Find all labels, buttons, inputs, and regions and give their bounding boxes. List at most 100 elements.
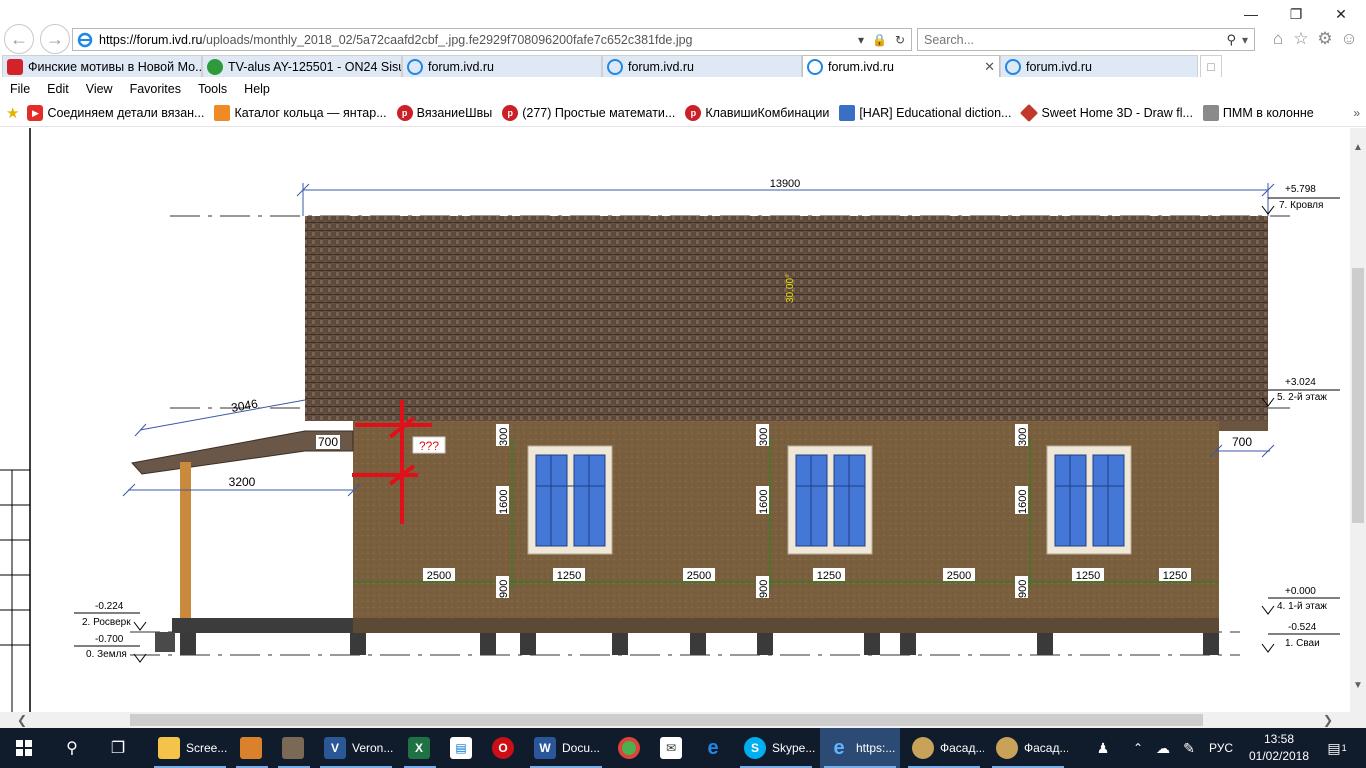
- scroll-up-icon[interactable]: ▲: [1350, 142, 1366, 153]
- taskbar-item[interactable]: O: [484, 728, 524, 768]
- favorite-link[interactable]: ПММ в колонне: [1202, 105, 1314, 121]
- favorite-link[interactable]: p (277) Простые математи...: [502, 105, 675, 121]
- ie-page-icon: [607, 58, 623, 75]
- smiley-icon[interactable]: ☺: [1339, 29, 1359, 49]
- tab[interactable]: forum.ivd.ru: [402, 55, 602, 77]
- menu-edit[interactable]: Edit: [47, 82, 69, 96]
- taskbar-item[interactable]: S Skype...: [736, 728, 816, 768]
- pen-icon[interactable]: ✎: [1178, 728, 1200, 768]
- taskbar-item[interactable]: Scree...: [150, 728, 230, 768]
- new-tab-button[interactable]: □: [1200, 55, 1222, 77]
- horizontal-scrollbar[interactable]: ❮ ❯: [0, 712, 1366, 728]
- gear-icon[interactable]: ⚙: [1315, 29, 1335, 49]
- favorite-link[interactable]: Sweet Home 3D - Draw fl...: [1020, 103, 1193, 123]
- address-bar[interactable]: https://forum.ivd.ru/uploads/monthly_201…: [72, 28, 912, 51]
- tab[interactable]: TV-alus AY-125501 - ON24 Sisu...: [202, 55, 402, 77]
- taskbar-item[interactable]: [232, 728, 272, 768]
- menu-help[interactable]: Help: [244, 82, 270, 96]
- home-icon[interactable]: ⌂: [1268, 29, 1288, 49]
- close-button[interactable]: ✕: [1326, 4, 1356, 24]
- clock[interactable]: 13:58 01/02/2018: [1236, 731, 1322, 765]
- favorite-link[interactable]: p КлавишиКомбинации: [685, 105, 829, 121]
- gear-image-icon: [1202, 105, 1219, 121]
- piles: [180, 633, 1219, 655]
- chrome-icon: [618, 737, 640, 759]
- tab-label: forum.ivd.ru: [628, 59, 694, 74]
- tab[interactable]: Финские мотивы в Новой Мо...: [2, 55, 202, 77]
- ie-icon: e: [833, 736, 845, 759]
- windows-start-icon[interactable]: [0, 728, 48, 768]
- maximize-button[interactable]: ❐: [1281, 4, 1311, 24]
- people-icon[interactable]: ♟: [1090, 728, 1116, 768]
- scroll-right-icon[interactable]: ❯: [1320, 712, 1336, 728]
- menu-favorites[interactable]: Favorites: [130, 82, 181, 96]
- scroll-left-icon[interactable]: ❮: [14, 712, 30, 728]
- tab[interactable]: forum.ivd.ru: [602, 55, 802, 77]
- taskbar-item[interactable]: Фасад...: [904, 728, 984, 768]
- pinterest-icon: p: [685, 105, 702, 121]
- notification-icon[interactable]: ▤ 1: [1322, 728, 1352, 768]
- taskbar-item[interactable]: V Veron...: [316, 728, 396, 768]
- language-indicator[interactable]: РУС: [1206, 728, 1236, 768]
- cloud-icon[interactable]: ☁: [1152, 728, 1174, 768]
- refresh-icon[interactable]: ↻: [895, 33, 905, 47]
- scroll-thumb[interactable]: [130, 714, 1203, 726]
- star-icon[interactable]: ☆: [1291, 29, 1311, 49]
- search-icon[interactable]: ⚲: [1226, 32, 1236, 48]
- drawing-frame-left: [0, 128, 31, 712]
- notification-count: 1: [1341, 743, 1347, 753]
- favorite-link[interactable]: [HAR] Educational diction...: [839, 105, 1011, 121]
- tab[interactable]: forum.ivd.ru: [1000, 55, 1198, 77]
- search-input[interactable]: [924, 32, 1227, 47]
- clock-time: 13:58: [1263, 732, 1295, 746]
- taskbar-item[interactable]: Фасад...: [988, 728, 1068, 768]
- add-favorite-icon[interactable]: ★: [6, 104, 19, 122]
- menu-tools[interactable]: Tools: [198, 82, 227, 96]
- chevron-right-icon[interactable]: »: [1353, 106, 1360, 120]
- taskbar-item[interactable]: W Docu...: [526, 728, 606, 768]
- menu-file[interactable]: File: [10, 82, 30, 96]
- forward-button[interactable]: →: [40, 24, 70, 54]
- chevron-down-icon[interactable]: ▾: [1242, 33, 1248, 47]
- window: [1046, 445, 1132, 555]
- close-tab-icon[interactable]: ✕: [978, 59, 995, 75]
- scroll-thumb[interactable]: [1352, 268, 1364, 523]
- lock-icon[interactable]: 🔒: [872, 33, 887, 47]
- favorite-link[interactable]: Каталог кольца — янтар...: [214, 105, 387, 121]
- chevron-up-icon[interactable]: ⌃: [1128, 728, 1148, 768]
- window: [787, 445, 873, 555]
- level-marker-piles: -0.524 1. Сваи: [1261, 622, 1340, 653]
- chevron-down-icon[interactable]: ▾: [858, 33, 864, 47]
- favorite-label: Sweet Home 3D - Draw fl...: [1041, 106, 1193, 120]
- taskbar-item[interactable]: ✉: [652, 728, 692, 768]
- dim-sill: 900: [498, 580, 510, 598]
- vertical-scrollbar[interactable]: ▲ ▼: [1350, 128, 1366, 712]
- taskbar-item[interactable]: [274, 728, 314, 768]
- minimize-button[interactable]: —: [1236, 4, 1266, 24]
- favorite-label: [HAR] Educational diction...: [859, 106, 1012, 120]
- favorite-link[interactable]: p ВязаниеШвы: [396, 105, 492, 121]
- folder-icon: [158, 737, 180, 759]
- search-box[interactable]: ⚲ ▾: [917, 28, 1255, 51]
- level-value: +0.000: [1285, 586, 1316, 597]
- favorite-link[interactable]: ▶ Соединяем детали вязан...: [27, 105, 204, 121]
- dim-spacing: 2500: [947, 570, 971, 582]
- taskbar-item[interactable]: [610, 728, 650, 768]
- back-button[interactable]: ←: [4, 24, 34, 54]
- taskbar-item[interactable]: e: [694, 728, 734, 768]
- taskbar-item-active[interactable]: e https:...: [820, 728, 900, 768]
- porch-deck: [172, 618, 353, 633]
- search-icon[interactable]: ⚲: [50, 728, 94, 768]
- taskbar-label: Фасад...: [940, 741, 984, 755]
- menu-view[interactable]: View: [86, 82, 113, 96]
- clock-date: 01/02/2018: [1248, 749, 1310, 763]
- taskbar-item[interactable]: X: [400, 728, 440, 768]
- level-value: +3.024: [1285, 377, 1316, 388]
- scroll-down-icon[interactable]: ▼: [1350, 680, 1366, 691]
- tab-active[interactable]: forum.ivd.ru ✕: [802, 55, 1000, 77]
- taskbar-item[interactable]: ▤: [442, 728, 482, 768]
- taskbar-label: Skype...: [772, 741, 816, 755]
- task-view-icon[interactable]: ❐: [96, 728, 140, 768]
- dim-sill: 900: [1017, 580, 1029, 598]
- porch-post: [180, 462, 191, 620]
